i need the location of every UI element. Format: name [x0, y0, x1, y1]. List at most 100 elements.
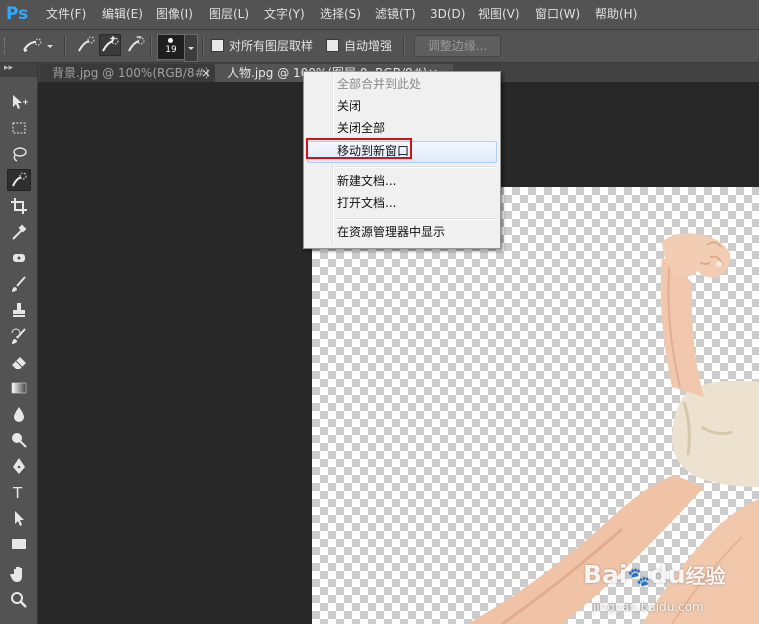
- healing-icon: [13, 254, 25, 262]
- dodge-tool[interactable]: [7, 429, 31, 451]
- refine-edge-button[interactable]: 调整边缘...: [414, 35, 501, 57]
- history-brush-icon: [11, 328, 26, 344]
- svg-text:T: T: [12, 484, 23, 501]
- menu-filter[interactable]: 滤镜(T): [375, 6, 416, 23]
- dodge-icon: [12, 433, 27, 448]
- close-icon[interactable]: ×: [201, 64, 211, 82]
- subtract-from-selection-button[interactable]: [125, 34, 147, 56]
- menu-item-new-document[interactable]: 新建文档...: [337, 171, 396, 191]
- type-icon: T: [12, 484, 23, 501]
- menu-3d[interactable]: 3D(D): [430, 6, 465, 23]
- expand-arrows-icon[interactable]: ▸▸: [4, 63, 13, 73]
- lasso-tool[interactable]: [7, 143, 31, 165]
- move-tool[interactable]: [7, 91, 31, 113]
- document-canvas[interactable]: [312, 187, 759, 624]
- tab-background-jpg[interactable]: 背景.jpg @ 100%(RGB/8#) ×: [40, 64, 225, 82]
- path-selection-tool[interactable]: [7, 507, 31, 529]
- person-layer-image: [467, 233, 759, 624]
- type-tool[interactable]: T: [7, 481, 31, 503]
- options-grip[interactable]: [4, 38, 9, 54]
- menu-separator: [334, 166, 496, 168]
- watermark-brand: Bai: [583, 560, 628, 589]
- crop-tool[interactable]: [7, 195, 31, 217]
- hand-tool[interactable]: [7, 563, 31, 585]
- menu-item-consolidate-all-here: 全部合并到此处: [337, 77, 422, 91]
- pen-icon: [13, 458, 25, 474]
- clone-stamp-tool[interactable]: [7, 299, 31, 321]
- sample-all-layers-checkbox[interactable]: [211, 39, 224, 52]
- blur-tool[interactable]: [7, 403, 31, 425]
- gradient-icon: [11, 382, 27, 394]
- zoom-tool[interactable]: [7, 589, 31, 611]
- options-separator: [64, 36, 66, 56]
- menu-view[interactable]: 视图(V): [478, 6, 520, 23]
- brush-tool[interactable]: [7, 273, 31, 295]
- eraser-icon: [12, 357, 26, 369]
- zoom-icon: [11, 592, 27, 608]
- quick-selection-tool[interactable]: [7, 169, 31, 191]
- path-selection-icon: [15, 511, 24, 526]
- menu-item-close-all[interactable]: 关闭全部: [337, 118, 385, 138]
- menu-separator: [334, 218, 496, 220]
- marquee-tool[interactable]: [7, 117, 31, 139]
- blur-drop-icon: [14, 407, 24, 422]
- menu-window[interactable]: 窗口(W): [535, 6, 580, 23]
- watermark-brand-tail: du: [649, 560, 686, 589]
- quick-selection-icon: [12, 172, 27, 187]
- marquee-icon: [12, 122, 26, 134]
- eyedropper-tool[interactable]: [7, 221, 31, 243]
- brush-new-icon: [78, 36, 95, 52]
- new-selection-button[interactable]: [75, 34, 97, 56]
- brush-add-icon: [102, 36, 119, 52]
- history-brush-tool[interactable]: [7, 325, 31, 347]
- rectangle-icon: [12, 539, 26, 549]
- options-bar: 19 对所有图层取样 自动增强 调整边缘...: [0, 30, 759, 63]
- quick-selection-preset-icon: [23, 38, 53, 52]
- add-to-selection-button[interactable]: [99, 34, 121, 56]
- eraser-tool[interactable]: [7, 351, 31, 373]
- hand-icon: [10, 567, 22, 582]
- watermark-url: jingyan.baidu.com: [593, 600, 704, 614]
- move-icon: [13, 95, 28, 109]
- tools-panel-header[interactable]: ▸▸: [0, 63, 37, 77]
- chevron-down-icon: [188, 47, 194, 50]
- baidu-jingyan-watermark: Bai🐾du经验 jingyan.baidu.com: [583, 560, 759, 622]
- brush-subtract-icon: [128, 36, 145, 52]
- options-separator: [150, 36, 152, 56]
- paw-icon: 🐾: [627, 567, 650, 588]
- watermark-logo: Bai🐾du经验: [583, 560, 726, 589]
- tab-context-menu: 全部合并到此处 关闭 关闭全部 移动到新窗口 新建文档... 打开文档... 在…: [303, 71, 501, 249]
- auto-enhance-label: 自动增强: [344, 39, 393, 53]
- tool-preset-picker[interactable]: [19, 34, 55, 58]
- lasso-icon: [13, 147, 27, 162]
- rectangle-tool[interactable]: [7, 533, 31, 555]
- brush-dropdown-button[interactable]: [184, 34, 198, 62]
- brush-size-value: 19: [165, 45, 177, 55]
- pen-tool[interactable]: [7, 455, 31, 477]
- menu-help[interactable]: 帮助(H): [595, 6, 637, 23]
- stamp-icon: [13, 303, 25, 317]
- tools-panel: ▸▸ T: [0, 63, 38, 624]
- menu-type[interactable]: 文字(Y): [264, 6, 305, 23]
- menu-bar: Ps 文件(F) 编辑(E) 图像(I) 图层(L) 文字(Y) 选择(S) 滤…: [0, 0, 759, 30]
- options-separator: [403, 36, 405, 56]
- menu-item-close[interactable]: 关闭: [337, 96, 361, 116]
- menu-file[interactable]: 文件(F): [46, 6, 86, 23]
- spot-healing-tool[interactable]: [7, 247, 31, 269]
- brush-icon: [12, 276, 26, 292]
- menu-image[interactable]: 图像(I): [156, 6, 193, 23]
- menu-select[interactable]: 选择(S): [320, 6, 361, 23]
- tab-label: 背景.jpg @ 100%(RGB/8#): [52, 66, 210, 80]
- options-separator: [202, 36, 204, 56]
- eyedropper-icon: [12, 224, 27, 240]
- menu-edit[interactable]: 编辑(E): [102, 6, 143, 23]
- gradient-tool[interactable]: [7, 377, 31, 399]
- menu-layer[interactable]: 图层(L): [209, 6, 249, 23]
- menu-item-show-in-explorer[interactable]: 在资源管理器中显示: [337, 222, 445, 242]
- menu-item-open-document[interactable]: 打开文档...: [337, 193, 396, 213]
- brush-dot-icon: [168, 38, 173, 43]
- auto-enhance-checkbox[interactable]: [326, 39, 339, 52]
- watermark-suffix: 经验: [685, 564, 726, 588]
- photoshop-logo: Ps: [6, 4, 29, 24]
- brush-size-picker[interactable]: 19: [157, 34, 185, 60]
